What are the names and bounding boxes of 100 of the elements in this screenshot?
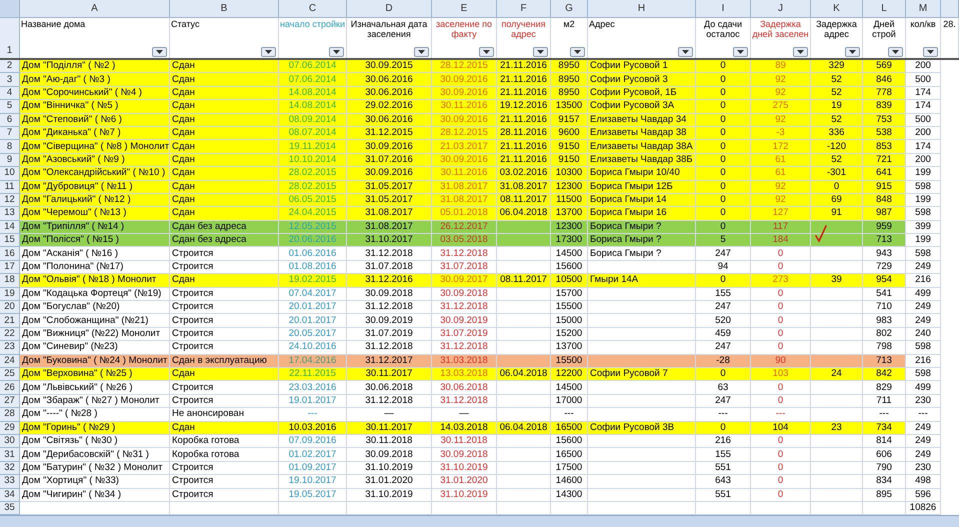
column-letter[interactable]: B <box>220 1 228 16</box>
table-cell: 31.08.2017 <box>500 180 548 193</box>
table-cell: 30.11.2016 <box>440 167 488 180</box>
table-cell: 13700 <box>556 207 582 220</box>
row-number: 23 <box>4 341 15 354</box>
table-cell: Дом "Аю-даг" ( №3 ) <box>22 74 110 86</box>
filter-button[interactable] <box>570 47 585 57</box>
row-number: 21 <box>4 314 15 327</box>
row-number: 2 <box>6 60 12 72</box>
caret-icon <box>682 50 689 54</box>
filter-button[interactable] <box>479 47 494 57</box>
table-cell: 22.11.2015 <box>289 368 336 380</box>
table-cell: 01.08.2016 <box>288 261 336 274</box>
table-cell: 0 <box>720 220 726 233</box>
table-cell: 0 <box>834 180 840 193</box>
table-cell: 31.12.2016 <box>365 274 413 286</box>
column-letter[interactable]: F <box>520 1 527 16</box>
table-cell: 200 <box>915 154 931 166</box>
table-cell: 91 <box>831 207 842 220</box>
table-cell: 30.09.2019 <box>440 314 488 327</box>
row-number: 14 <box>4 220 15 233</box>
table-cell: 14600 <box>556 475 582 488</box>
table-cell: 31.10.2017 <box>365 234 413 246</box>
table-cell: 0 <box>720 74 726 86</box>
table-cell: 08.11.2017 <box>500 194 547 206</box>
filter-button[interactable] <box>845 47 860 57</box>
table-cell: 28.02.2015 <box>288 167 336 180</box>
table-cell: 06.04.2018 <box>500 368 548 380</box>
table-cell: 31.12.2017 <box>365 354 413 367</box>
table-cell: Софии Русовой, 1Б <box>590 86 677 99</box>
filter-button[interactable] <box>888 47 903 57</box>
row-number: 13 <box>4 207 15 220</box>
filter-button[interactable] <box>261 47 276 57</box>
column-letter[interactable]: K <box>833 1 840 16</box>
column-letter[interactable]: M <box>918 1 928 16</box>
table-cell: 598 <box>915 341 931 354</box>
table-cell: Дом "Світязь" ( №30 ) <box>22 435 118 448</box>
table-cell: Строится <box>172 341 214 354</box>
table-cell: Сдан без адреса <box>172 220 246 233</box>
column-letter[interactable]: C <box>308 1 316 16</box>
table-cell: 915 <box>876 180 892 193</box>
table-cell: Дом "Хортиця" ( №33) <box>22 475 119 488</box>
table-cell: 104 <box>772 422 788 434</box>
column-letter[interactable]: G <box>565 1 573 16</box>
table-cell: 31.07.2019 <box>440 328 488 340</box>
filter-button[interactable] <box>329 47 344 57</box>
column-letter[interactable]: I <box>722 1 724 16</box>
table-cell: 834 <box>876 475 892 488</box>
table-cell: Дом "Слобожанщина" (№21) <box>22 314 148 327</box>
table-cell: 12200 <box>556 368 582 380</box>
column-letter[interactable]: D <box>385 1 393 16</box>
table-cell: 07.09.2016 <box>288 435 336 448</box>
table-cell: 21.11.2016 <box>500 114 547 126</box>
header-label: 28. <box>942 19 957 29</box>
table-cell: 216 <box>915 354 931 367</box>
table-cell: Дом "Синевир" (№23) <box>22 341 118 354</box>
table-cell: 31.03.2018 <box>440 354 488 367</box>
filter-button[interactable] <box>533 47 548 57</box>
table-cell: Дом "Сорочинський" ( №4 ) <box>22 86 142 99</box>
caret-icon <box>537 50 544 54</box>
table-cell: Бориса Гмыри 14 <box>590 194 667 206</box>
table-cell: 13500 <box>556 100 582 112</box>
table-cell: Дом "Степовий" ( №6 ) <box>22 114 122 126</box>
table-cell: 9157 <box>558 114 580 126</box>
table-cell: 0 <box>778 301 784 314</box>
table-cell: 19.05.2017 <box>288 488 336 501</box>
table-cell: 21.11.2016 <box>500 60 547 72</box>
table-cell: Бориса Гмыри ? <box>590 248 662 260</box>
table-cell: Сдан <box>172 422 195 434</box>
column-letter[interactable]: E <box>460 1 468 16</box>
row-number: 18 <box>4 274 15 286</box>
row-number: 20 <box>4 301 15 314</box>
column-letter[interactable]: L <box>881 1 887 16</box>
table-cell: 31.12.2018 <box>440 394 488 407</box>
filter-button[interactable] <box>152 47 167 57</box>
filter-button[interactable] <box>414 47 429 57</box>
table-cell: 273 <box>772 274 788 286</box>
filter-button[interactable] <box>678 47 693 57</box>
filter-button[interactable] <box>733 47 748 57</box>
table-cell: 31.01.2020 <box>365 475 413 488</box>
table-cell: 778 <box>876 86 892 99</box>
table-cell: 983 <box>876 314 892 327</box>
row-number: 22 <box>4 328 15 340</box>
row-number: 34 <box>4 488 15 501</box>
table-cell: 90 <box>775 354 786 367</box>
table-cell: 174 <box>915 86 931 99</box>
column-letter[interactable]: A <box>91 1 98 16</box>
table-cell: Строится <box>172 261 214 274</box>
table-cell: 14500 <box>556 248 582 260</box>
table-cell: 61 <box>775 154 786 166</box>
table-cell: 14500 <box>556 382 582 394</box>
table-cell: 943 <box>876 248 892 260</box>
table-cell: 30.09.2018 <box>365 448 413 461</box>
filter-button[interactable] <box>923 47 938 57</box>
table-cell: 551 <box>715 462 731 474</box>
filter-button[interactable] <box>793 47 808 57</box>
column-letter[interactable]: H <box>638 1 646 16</box>
table-cell: 21.11.2016 <box>500 86 547 99</box>
column-letter[interactable]: J <box>778 1 783 16</box>
table-cell: 0 <box>720 140 726 153</box>
